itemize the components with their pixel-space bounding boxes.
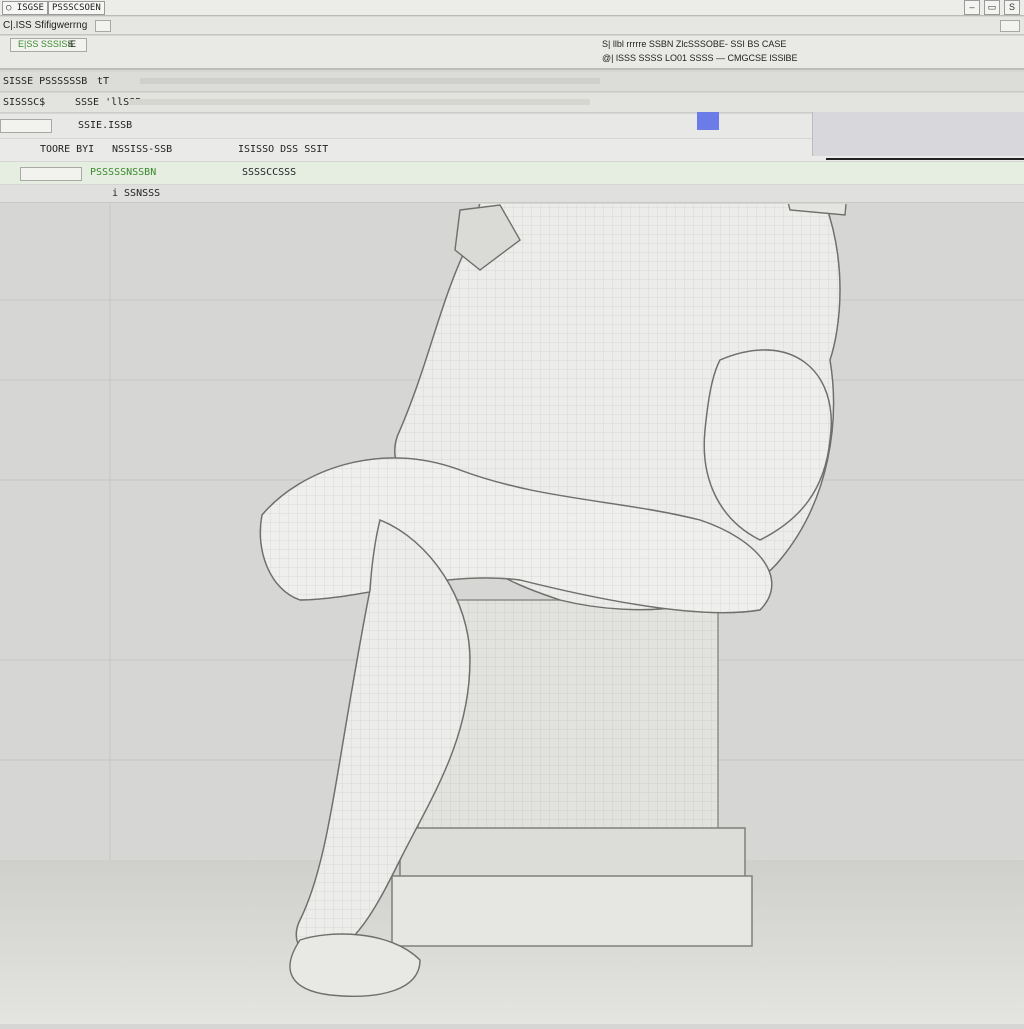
tab-document[interactable]: PSSSCSOEN	[48, 1, 105, 15]
preview-panel	[812, 112, 1024, 156]
menu-bar: C|.ISS Sfifigwerrng	[0, 17, 1024, 35]
close-icon[interactable]: S	[1004, 0, 1020, 15]
tab-file[interactable]: ○ ISGSE	[2, 1, 48, 15]
status-line-2: @| lSSS SSSS LO01 SSSS — CMGCSE lSSlBE	[602, 53, 798, 63]
sculpture-render	[0, 38, 1024, 1024]
row-col-1: PSSSSSNSSBN	[90, 167, 157, 178]
row-col-1: TOORE BYI	[40, 144, 95, 155]
menu-dropdown[interactable]	[95, 20, 111, 32]
maximize-icon[interactable]: ▭	[984, 0, 1000, 15]
row-col-3: ISISSO DSS SSIT	[238, 144, 329, 155]
column-header-1[interactable]: SISSE PSSSSSSB	[3, 76, 87, 87]
column-header-2[interactable]: tT	[97, 76, 109, 87]
menu-title: C|.ISS Sfifigwerrng	[3, 20, 88, 31]
viewport[interactable]	[0, 38, 1024, 1024]
subheader-track	[130, 99, 590, 105]
selection-highlight	[697, 112, 719, 130]
row-selector[interactable]	[0, 119, 52, 133]
selection-line	[826, 158, 1024, 160]
row-col-2: SSSSCCSSS	[242, 167, 297, 178]
toolbar-field-label: E|SS SSSISS	[18, 39, 74, 49]
toolbar: E|SS SSSISS iE S| llbl rrrrre SSBN ZlcSS…	[0, 36, 1024, 70]
window-controls: – ▭ S	[964, 0, 1020, 15]
row-toggle[interactable]	[20, 167, 82, 181]
menu-right-button[interactable]	[1000, 20, 1020, 32]
minimize-icon[interactable]: –	[964, 0, 980, 15]
row-col-2: NSSISS-SSB	[112, 144, 173, 155]
list-subheader: SISSSC$ SSSE 'llSSB	[0, 93, 1024, 113]
list-item[interactable]: PSSSSSNSSBN SSSSCCSSS	[0, 162, 1024, 184]
toolbar-field-suffix: iE	[68, 39, 77, 49]
header-track	[140, 78, 600, 84]
row-col-1: i SSNSSS	[112, 188, 161, 199]
status-line-1: S| llbl rrrrre SSBN ZlcSSSOBE- SSI BS CA…	[602, 39, 787, 49]
title-bar: ○ ISGSE PSSSCSOEN – ▭ S	[0, 0, 1024, 16]
list-header: SISSE PSSSSSSB tT	[0, 72, 1024, 92]
list-item[interactable]: i SSNSSS	[0, 185, 1024, 203]
subheader-col-1[interactable]: SISSSC$	[3, 97, 45, 108]
row-label: SSIE.ISSB	[78, 120, 133, 131]
